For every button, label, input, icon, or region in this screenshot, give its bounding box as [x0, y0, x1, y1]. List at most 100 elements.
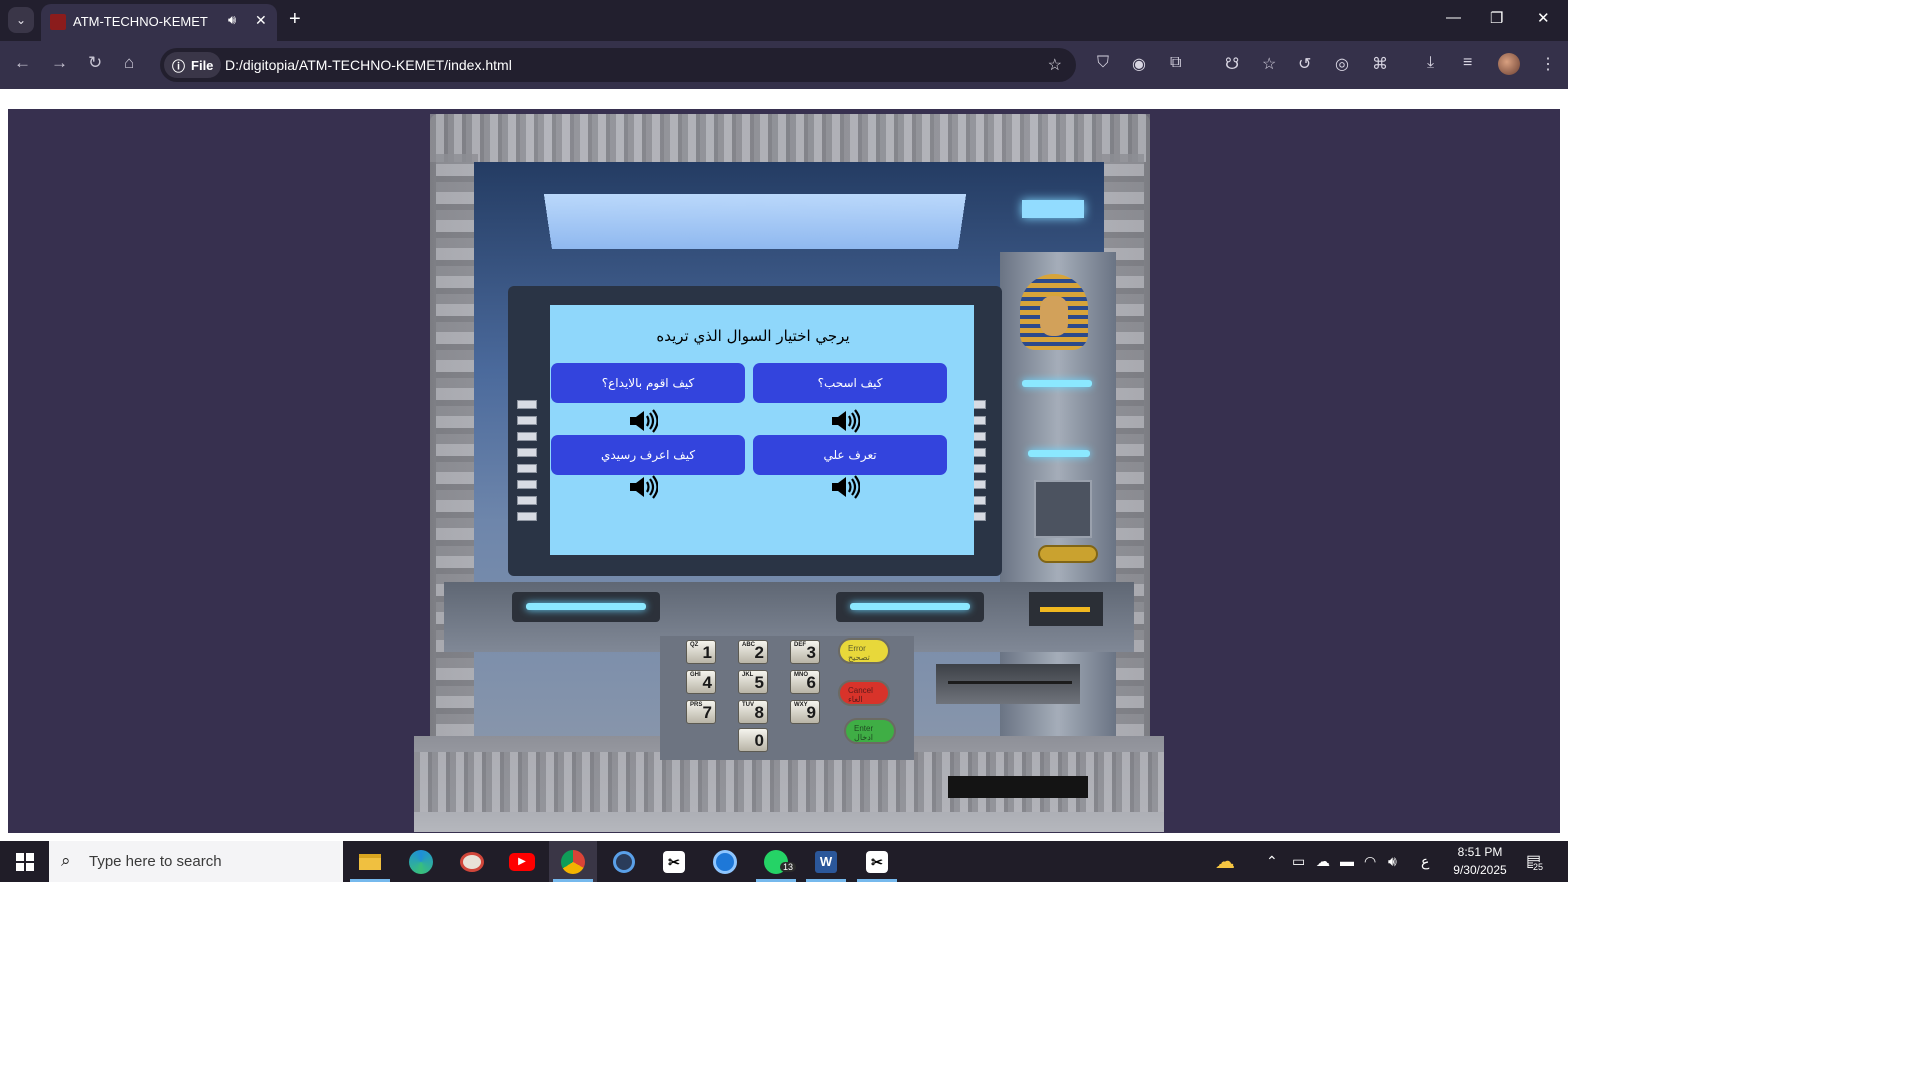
new-tab-icon[interactable]: +: [289, 9, 301, 29]
onedrive-icon[interactable]: ☁: [1316, 853, 1330, 870]
blue-app-icon[interactable]: [701, 841, 749, 882]
search-icon: ⌕: [61, 851, 71, 871]
page-viewport: QZ 1 ABC 2 DEF 3 GHI 4 JKL 5 MNO 6 PRS 7 TUV 8 W…: [0, 89, 1568, 841]
taskbar-search[interactable]: ⌕ Type here to search: [49, 841, 343, 882]
taskbar-search-placeholder: Type here to search: [89, 853, 222, 870]
capcut-icon[interactable]: ✂: [650, 841, 698, 882]
edge-icon[interactable]: [397, 841, 445, 882]
wifi-icon[interactable]: ◠: [1364, 853, 1376, 870]
key-5[interactable]: JKL 5: [738, 670, 768, 694]
speaker-deposit-icon[interactable]: [628, 409, 658, 433]
media-control-icon[interactable]: ≡: [1463, 54, 1472, 72]
info-icon: ⓘ: [172, 56, 185, 75]
chrome-icon[interactable]: [549, 841, 597, 882]
input-language[interactable]: ع: [1421, 853, 1429, 870]
minimize-icon[interactable]: —: [1446, 9, 1461, 26]
left-side-keys: [517, 400, 537, 528]
menu-kebab-icon[interactable]: ⋮: [1540, 54, 1556, 74]
card-reader: [1034, 480, 1092, 538]
tab-title: ATM-TECHNO-KEMET: [73, 14, 208, 29]
how-to-withdraw-button[interactable]: كيف اسحب؟: [753, 363, 947, 403]
browser-toolbar: ← → ↻ ⌂ ⓘ File D:/digitopia/ATM-TECHNO-K…: [0, 41, 1568, 89]
address-bar[interactable]: ⓘ File D:/digitopia/ATM-TECHNO-KEMET/ind…: [160, 48, 1076, 82]
atm-indicator-light: [1022, 200, 1084, 218]
translate-icon[interactable]: ⌘: [1372, 54, 1388, 74]
key-2[interactable]: ABC 2: [738, 640, 768, 664]
tab-search-chevron-icon[interactable]: ⌄: [8, 7, 34, 33]
incognito-icon[interactable]: ☋: [1225, 54, 1239, 74]
error-key[interactable]: Error تصحيح: [838, 638, 890, 664]
clock-date: 9/30/2025: [1440, 861, 1520, 879]
meet-icon[interactable]: ▭: [1292, 853, 1305, 870]
key-8[interactable]: TUV 8: [738, 700, 768, 724]
back-icon[interactable]: ←: [14, 53, 31, 73]
window-close-icon[interactable]: ✕: [1537, 9, 1550, 27]
atm-top-light: [544, 194, 966, 249]
tab-close-icon[interactable]: ✕: [255, 12, 267, 29]
envelope-slot: [936, 664, 1080, 704]
cancel-key[interactable]: Cancel الغاء: [838, 680, 890, 706]
key-6[interactable]: MNO 6: [790, 670, 820, 694]
screenshot-icon[interactable]: ◎: [1335, 54, 1349, 74]
key-0[interactable]: 0: [738, 728, 768, 752]
page-background: QZ 1 ABC 2 DEF 3 GHI 4 JKL 5 MNO 6 PRS 7 TUV 8 W…: [8, 109, 1560, 833]
key-7[interactable]: PRS 7: [686, 700, 716, 724]
bookmark-star-icon[interactable]: ☆: [1048, 55, 1062, 75]
restore-icon[interactable]: ❐: [1490, 9, 1503, 27]
left-tray-light: [526, 603, 646, 610]
show-hidden-icons-icon[interactable]: ⌃: [1266, 853, 1278, 870]
learn-about-button[interactable]: تعرف علي: [753, 435, 947, 475]
site-info-chip[interactable]: ⓘ File: [164, 52, 221, 78]
mask-extension-icon[interactable]: ◉: [1132, 54, 1146, 74]
enter-key[interactable]: Enter ادخال: [844, 718, 896, 744]
speaker-learn-icon[interactable]: [830, 475, 860, 499]
tab-favicon-icon: [50, 14, 66, 30]
windows-start-icon[interactable]: [16, 853, 34, 871]
capcut-second-icon[interactable]: ✂: [853, 841, 901, 882]
speaker-balance-icon[interactable]: [628, 475, 658, 499]
youtube-icon[interactable]: ▶: [498, 841, 546, 882]
bookmarks-icon[interactable]: ☆: [1262, 54, 1276, 74]
browser-tab-bar: ⌄ ATM-TECHNO-KEMET 🔊︎ ✕ + — ❐ ✕: [0, 0, 1568, 41]
taskbar-clock[interactable]: 8:51 PM 9/30/2025: [1440, 843, 1520, 879]
url-text[interactable]: D:/digitopia/ATM-TECHNO-KEMET/index.html: [225, 57, 512, 73]
shield-extension-icon[interactable]: ⛉: [1097, 54, 1109, 72]
forward-icon[interactable]: →: [51, 53, 68, 73]
weather-icon[interactable]: ☁: [1215, 849, 1235, 874]
word-icon[interactable]: W: [802, 841, 850, 882]
card-slot-gold: [1038, 545, 1098, 563]
history-icon[interactable]: ↺: [1298, 54, 1311, 74]
key-3[interactable]: DEF 3: [790, 640, 820, 664]
profile-avatar[interactable]: [1498, 53, 1520, 75]
volume-icon[interactable]: 🔊︎: [1388, 853, 1397, 870]
clock-time: 8:51 PM: [1440, 843, 1520, 861]
receipt-slot-light: [1022, 380, 1092, 387]
pharaoh-face: [1040, 296, 1068, 336]
key-1[interactable]: QZ 1: [686, 640, 716, 664]
right-tray-light: [850, 603, 970, 610]
cash-slot-light: [1040, 607, 1090, 612]
speaker-withdraw-icon[interactable]: [830, 409, 860, 433]
keypad: QZ 1 ABC 2 DEF 3 GHI 4 JKL 5 MNO 6 PRS 7 TUV 8 W…: [660, 636, 914, 760]
check-balance-button[interactable]: كيف اعرف رسيدي: [551, 435, 745, 475]
key-4[interactable]: GHI 4: [686, 670, 716, 694]
deposit-slot-light: [1028, 450, 1090, 457]
base-slot: [948, 776, 1088, 798]
envelope-slot-line: [948, 681, 1072, 684]
key-9[interactable]: WXY 9: [790, 700, 820, 724]
browser-tab[interactable]: ATM-TECHNO-KEMET 🔊︎ ✕: [41, 4, 277, 41]
download-icon[interactable]: ⤓: [1427, 54, 1434, 72]
paint-app-icon[interactable]: [448, 841, 496, 882]
tab-audio-icon[interactable]: 🔊︎: [228, 12, 236, 28]
whatsapp-icon[interactable]: 13: [752, 841, 800, 882]
notification-count: 25: [1533, 862, 1543, 872]
how-to-deposit-button[interactable]: كيف اقوم بالايداع؟: [551, 363, 745, 403]
file-explorer-icon[interactable]: [346, 841, 394, 882]
hieroglyph-left-band: [436, 154, 478, 774]
battery-icon[interactable]: ▬: [1340, 853, 1354, 869]
extensions-puzzle-icon[interactable]: ⧉: [1170, 54, 1181, 72]
taskbar: ⌕ Type here to search ▶ ✂ 13 W ✂ ☁ ⌃ ▭ ☁…: [0, 841, 1568, 882]
reload-icon[interactable]: ↻: [88, 53, 102, 73]
home-icon[interactable]: ⌂: [124, 53, 134, 73]
search-app-icon[interactable]: [600, 841, 648, 882]
